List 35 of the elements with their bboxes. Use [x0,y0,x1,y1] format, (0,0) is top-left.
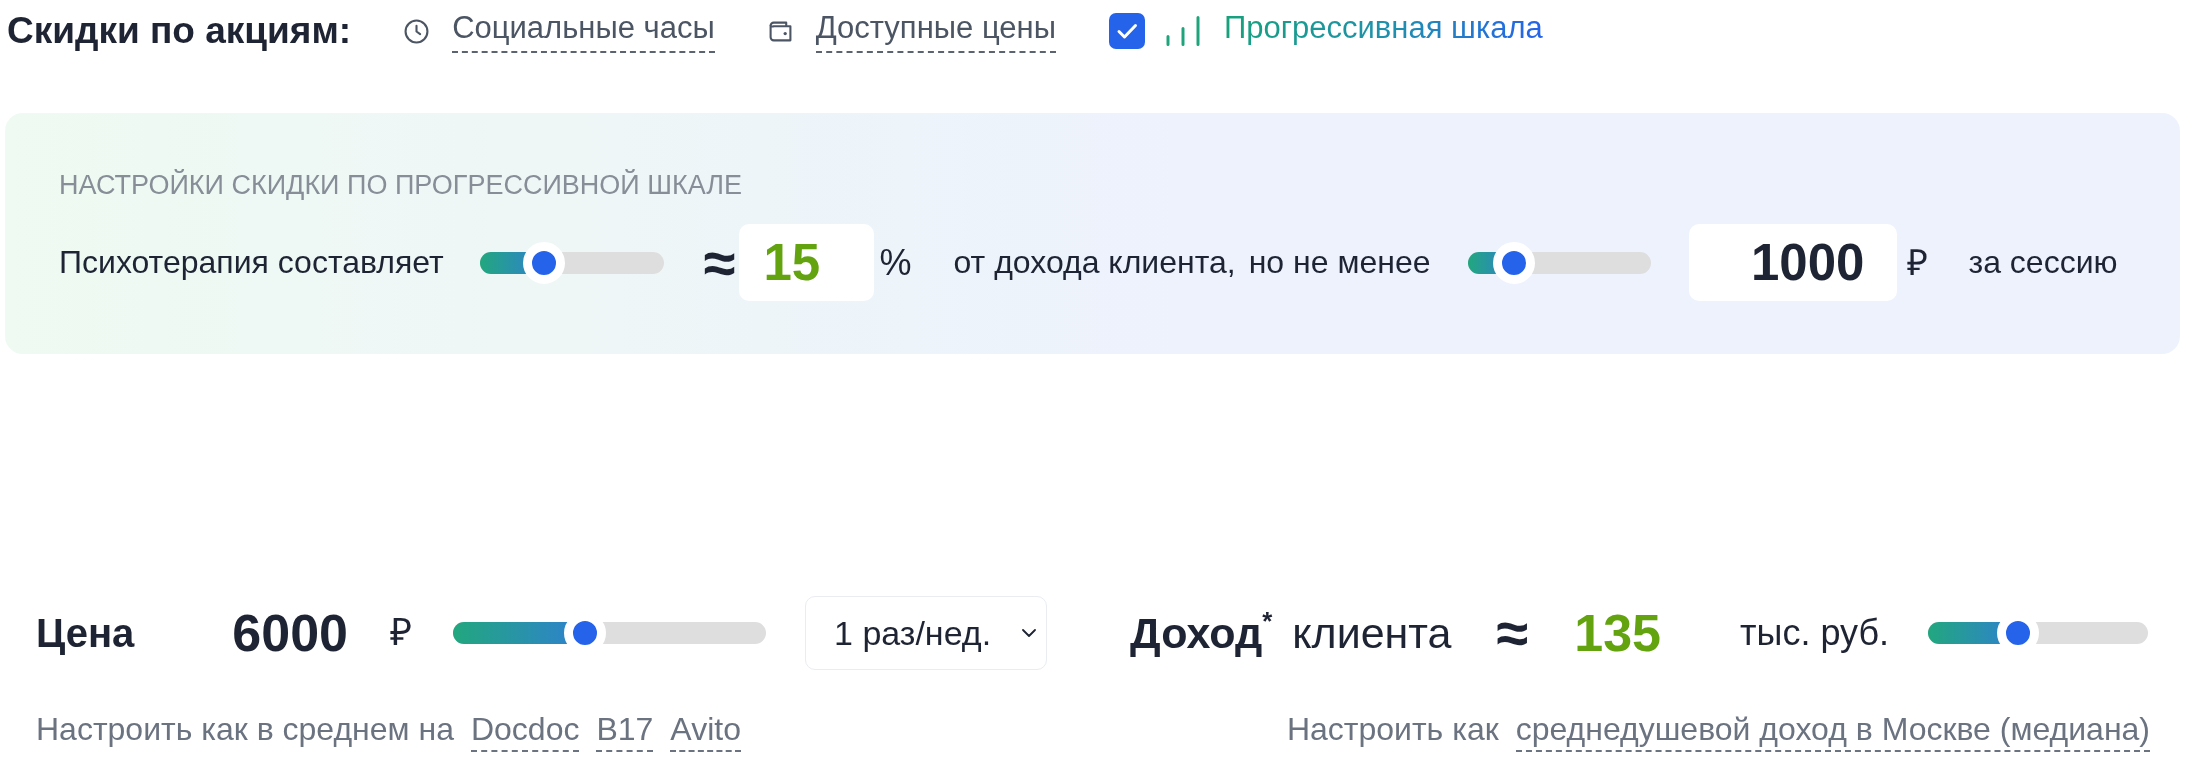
price-value: 6000 [232,602,349,664]
income-label: Доход$^{*}$ клиента [1130,606,1452,660]
price-hint: Настроить как в среднем на [36,710,454,749]
promotion-option[interactable]: Доступные цены [767,9,1056,53]
percent-field[interactable]: 15 [739,224,875,301]
section-title: Скидки по акциям: [7,8,352,53]
income-unit: тыс. руб. [1740,611,1890,655]
minimum-text: но не менее [1248,243,1431,282]
currency-symbol: ₽ [1907,240,1929,285]
session-text: за сессию [1968,243,2118,282]
source-link[interactable]: Docdoc [470,710,580,753]
percent-slider[interactable] [479,241,664,284]
therapy-label: Психотерапия составляет [59,243,444,282]
income-value: 135 [1574,602,1662,664]
percent-symbol: % [879,240,912,285]
bar-chart-icon [1164,16,1201,46]
clock-icon [404,18,430,44]
approx-symbol: ≈ [1496,604,1529,662]
price-label: Цена [36,610,135,657]
minimum-slider[interactable] [1468,241,1652,284]
chevron-down-icon [1022,629,1037,637]
source-link[interactable]: среднедушевой доход в Москве (медиана) [1515,710,2150,753]
income-hint: Настроить как [1286,710,1499,749]
income-text: от дохода клиента, [953,243,1236,282]
promotion-option[interactable]: Социальные часы [404,9,715,53]
frequency-dropdown[interactable]: 1 раз/нед. [805,596,1048,670]
approx-symbol: ≈ [703,233,736,292]
source-link[interactable]: Avito [670,710,741,753]
minimum-field[interactable]: 1000 [1689,224,1898,301]
currency-symbol: ₽ [390,610,413,656]
source-link[interactable]: B17 [596,710,654,753]
slider-thumb[interactable] [1493,241,1536,284]
checkbox[interactable] [1108,13,1145,49]
panel-heading: НАСТРОЙКИ СКИДКИ ПО ПРОГРЕССИВНОЙ ШКАЛЕ [59,170,743,201]
slider-thumb[interactable] [523,241,565,284]
